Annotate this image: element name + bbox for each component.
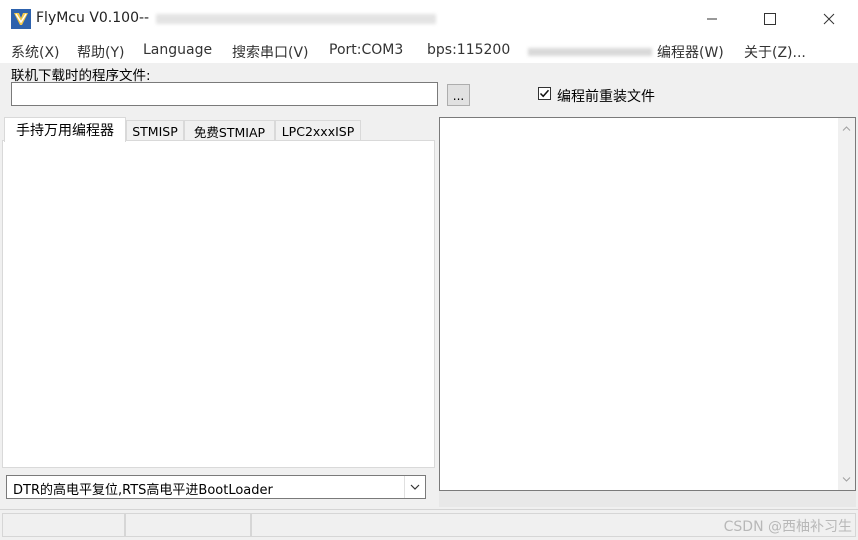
log-horizontal-gap <box>439 491 856 507</box>
menu-system[interactable]: 系统(X) <box>11 42 60 62</box>
maximize-button[interactable] <box>741 0 799 38</box>
reload-before-program-label[interactable]: 编程前重装文件 <box>557 86 655 106</box>
app-logo-icon[interactable] <box>11 9 31 29</box>
menu-port[interactable]: Port:COM3 <box>329 42 403 58</box>
reload-before-program-checkbox[interactable] <box>538 87 551 100</box>
tab-lpc2xxxisp[interactable]: LPC2xxxISP <box>275 120 361 142</box>
scroll-down-icon[interactable] <box>838 471 855 488</box>
menu-bps[interactable]: bps:115200 <box>427 42 510 58</box>
program-file-label: 联机下载时的程序文件: <box>11 68 151 84</box>
close-icon <box>823 13 835 25</box>
minimize-button[interactable] <box>683 0 741 38</box>
log-scrollbar[interactable] <box>838 118 855 490</box>
menu-about[interactable]: 关于(Z)... <box>744 42 806 62</box>
tab-handheld-programmer[interactable]: 手持万用编程器 <box>4 117 126 142</box>
minimize-icon <box>706 13 718 25</box>
menu-help[interactable]: 帮助(Y) <box>77 42 124 62</box>
menu-language[interactable]: Language <box>143 42 212 58</box>
status-cell <box>2 513 125 537</box>
checkmark-icon <box>539 89 550 98</box>
menu-bar: 系统(X) 帮助(Y) Language 搜索串口(V) Port:COM3 b… <box>0 38 858 63</box>
reset-mode-value: DTR的高电平复位,RTS高电平进BootLoader <box>13 483 273 498</box>
program-file-input[interactable] <box>11 82 438 106</box>
tab-free-stmiap[interactable]: 免费STMIAP <box>184 120 275 142</box>
log-output-area[interactable] <box>439 117 856 491</box>
menu-search-port[interactable]: 搜索串口(V) <box>232 42 309 62</box>
chevron-down-icon[interactable] <box>404 476 425 498</box>
scroll-up-icon[interactable] <box>838 120 855 137</box>
close-button[interactable] <box>800 0 858 38</box>
tab-content-panel <box>2 140 435 468</box>
title-redacted <box>156 14 436 24</box>
window-title: FlyMcu V0.100-- <box>36 10 150 26</box>
menu-programmer[interactable]: 编程器(W) <box>657 42 724 62</box>
watermark: CSDN @西柚补习生 <box>723 519 852 535</box>
menu-redacted <box>528 48 652 56</box>
status-cell <box>125 513 251 537</box>
maximize-icon <box>764 13 776 25</box>
reset-mode-select[interactable]: DTR的高电平复位,RTS高电平进BootLoader <box>6 475 426 499</box>
tab-stmisp[interactable]: STMISP <box>126 120 184 142</box>
browse-button[interactable]: ... <box>447 84 470 106</box>
